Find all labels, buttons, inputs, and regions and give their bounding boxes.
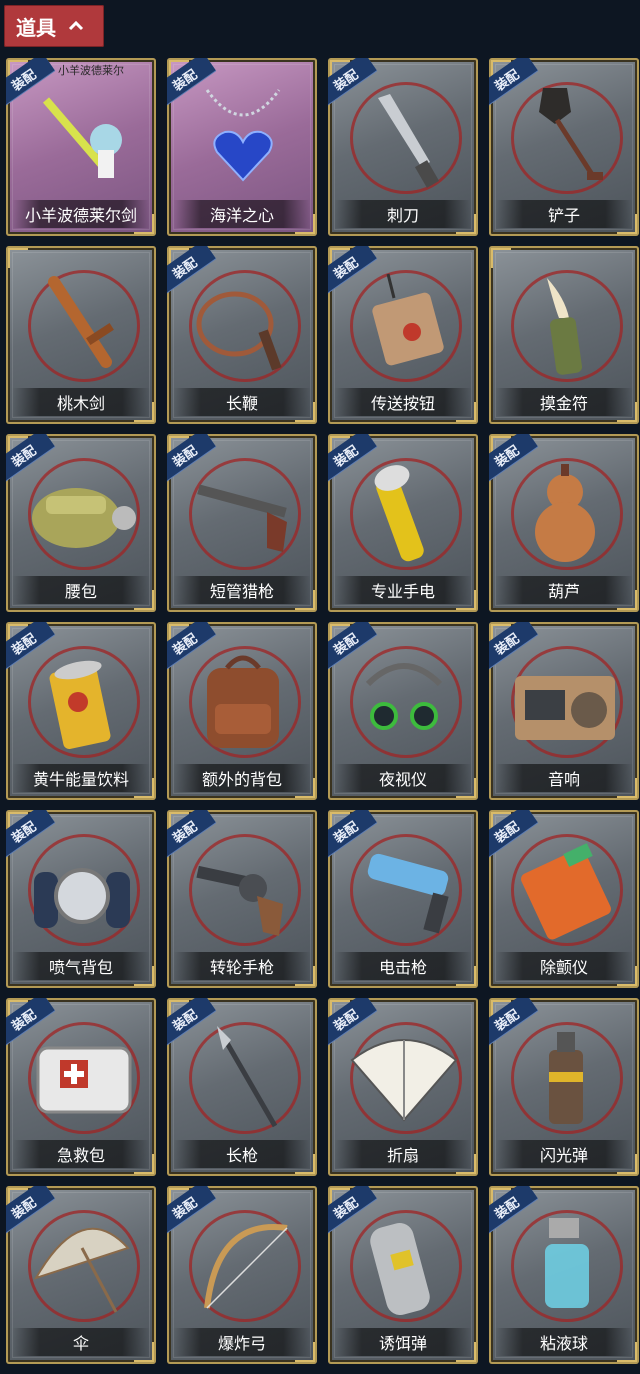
card-corner-ornament	[8, 248, 28, 268]
item-card[interactable]: 装配 急救包	[6, 998, 156, 1176]
shotgun-icon	[187, 456, 299, 568]
item-card[interactable]: 装配 折扇	[328, 998, 478, 1176]
item-grid: 小羊波德莱尔 装配 小羊波德莱尔剑 装配 海洋之心 装配 刺刀 装配 铲子桃木剑 装配 长鞭 装配 传送…	[0, 58, 640, 1374]
item-card[interactable]: 装配 长鞭	[167, 246, 317, 424]
item-name: 传送按钮	[334, 388, 472, 416]
backpack-icon	[187, 644, 299, 756]
shovel-icon	[509, 80, 621, 192]
item-card[interactable]: 装配 短管猎枪	[167, 434, 317, 612]
item-card[interactable]: 装配 铲子	[489, 58, 639, 236]
item-name: 粘液球	[495, 1328, 633, 1356]
item-name: 喷气背包	[12, 952, 150, 980]
item-card[interactable]: 装配 额外的背包	[167, 622, 317, 800]
item-card[interactable]: 装配 电击枪	[328, 810, 478, 988]
revolver-icon	[187, 832, 299, 944]
item-watermark: 小羊波德莱尔	[58, 64, 124, 77]
item-name: 长鞭	[173, 388, 311, 416]
item-name: 腰包	[12, 576, 150, 604]
wooden-sword-icon	[26, 268, 138, 380]
item-card[interactable]: 装配 爆炸弓	[167, 1186, 317, 1364]
talisman-icon	[509, 268, 621, 380]
defibrillator-icon	[509, 832, 621, 944]
night-vision-icon	[348, 644, 460, 756]
item-name: 海洋之心	[173, 200, 311, 228]
folding-fan-icon	[348, 1020, 460, 1132]
item-name: 铲子	[495, 200, 633, 228]
slime-ball-icon	[509, 1208, 621, 1320]
first-aid-kit-icon	[26, 1020, 138, 1132]
item-name: 除颤仪	[495, 952, 633, 980]
item-name: 刺刀	[334, 200, 472, 228]
card-corner-ornament	[491, 248, 511, 268]
item-name: 黄牛能量饮料	[12, 764, 150, 792]
item-card[interactable]: 装配 喷气背包	[6, 810, 156, 988]
whip-icon	[187, 268, 299, 380]
item-card[interactable]: 装配伞	[6, 1186, 156, 1364]
item-card[interactable]: 小羊波德莱尔 装配 小羊波德莱尔剑	[6, 58, 156, 236]
waist-bag-icon	[26, 456, 138, 568]
jetpack-icon	[26, 832, 138, 944]
bayonet-icon	[348, 80, 460, 192]
decoy-grenade-icon	[348, 1208, 460, 1320]
item-card[interactable]: 装配 音响	[489, 622, 639, 800]
item-name: 摸金符	[495, 388, 633, 416]
item-card[interactable]: 装配 海洋之心	[167, 58, 317, 236]
item-card[interactable]: 装配 腰包	[6, 434, 156, 612]
item-name: 诱饵弹	[334, 1328, 472, 1356]
item-name: 桃木剑	[12, 388, 150, 416]
item-name: 额外的背包	[173, 764, 311, 792]
item-name: 专业手电	[334, 576, 472, 604]
item-card[interactable]: 装配 闪光弹	[489, 998, 639, 1176]
category-title: 道具	[16, 15, 56, 40]
bow-icon	[187, 1208, 299, 1320]
item-card[interactable]: 装配 粘液球	[489, 1186, 639, 1364]
gourd-icon	[509, 456, 621, 568]
item-name: 小羊波德莱尔剑	[12, 200, 150, 228]
chevron-up-icon	[68, 21, 84, 31]
teleport-button-icon	[348, 268, 460, 380]
item-name: 伞	[12, 1328, 150, 1356]
energy-drink-icon	[26, 644, 138, 756]
item-name: 音响	[495, 764, 633, 792]
boombox-icon	[509, 644, 621, 756]
item-card[interactable]: 装配 转轮手枪	[167, 810, 317, 988]
item-card[interactable]: 装配 葫芦	[489, 434, 639, 612]
item-name: 闪光弹	[495, 1140, 633, 1168]
item-name: 爆炸弓	[173, 1328, 311, 1356]
item-card[interactable]: 装配 长枪	[167, 998, 317, 1176]
shock-gun-icon	[348, 832, 460, 944]
item-name: 折扇	[334, 1140, 472, 1168]
spear-icon	[187, 1020, 299, 1132]
umbrella-icon	[26, 1208, 138, 1320]
item-card[interactable]: 装配 黄牛能量饮料	[6, 622, 156, 800]
item-card[interactable]: 装配 传送按钮	[328, 246, 478, 424]
items-category-tab[interactable]: 道具	[4, 5, 104, 47]
item-card[interactable]: 装配 除颤仪	[489, 810, 639, 988]
flashlight-icon	[348, 456, 460, 568]
item-name: 葫芦	[495, 576, 633, 604]
item-card[interactable]: 装配 夜视仪	[328, 622, 478, 800]
flash-grenade-icon	[509, 1020, 621, 1132]
item-name: 急救包	[12, 1140, 150, 1168]
item-name: 转轮手枪	[173, 952, 311, 980]
item-card[interactable]: 桃木剑	[6, 246, 156, 424]
item-card[interactable]: 装配 刺刀	[328, 58, 478, 236]
sword-figure-icon	[26, 80, 138, 192]
item-name: 短管猎枪	[173, 576, 311, 604]
item-card[interactable]: 装配 诱饵弹	[328, 1186, 478, 1364]
item-card[interactable]: 摸金符	[489, 246, 639, 424]
item-name: 电击枪	[334, 952, 472, 980]
item-card[interactable]: 装配 专业手电	[328, 434, 478, 612]
item-name: 长枪	[173, 1140, 311, 1168]
heart-necklace-icon	[187, 80, 299, 192]
item-name: 夜视仪	[334, 764, 472, 792]
